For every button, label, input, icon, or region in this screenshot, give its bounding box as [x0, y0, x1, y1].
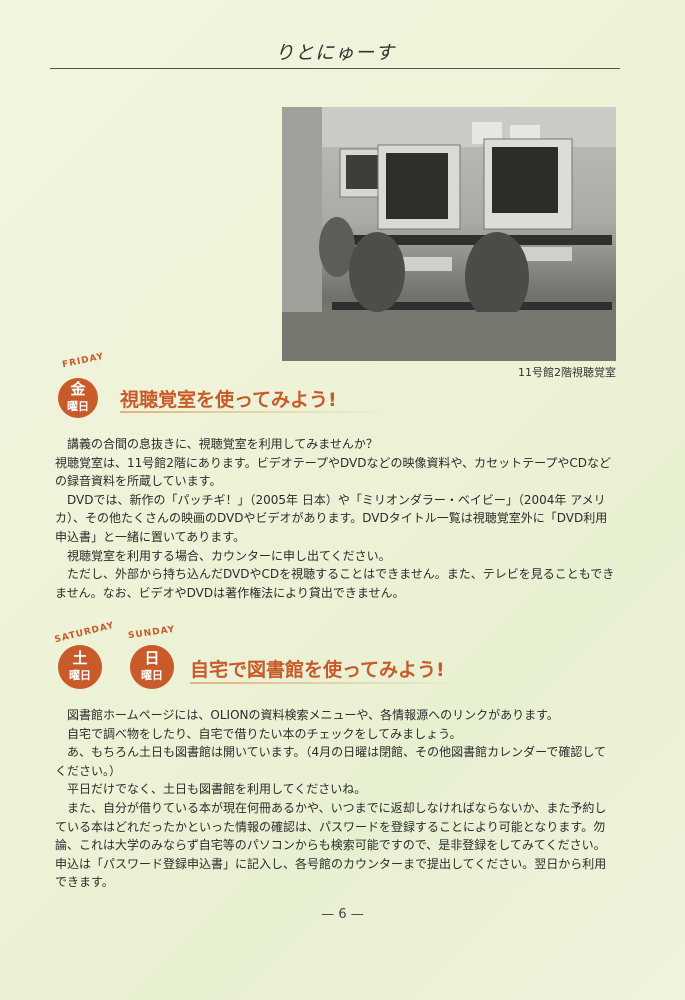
- saturday-badge: 土 曜日: [58, 645, 102, 689]
- paragraph: 講義の合間の息抜きに、視聴覚室を利用してみませんか？: [67, 437, 378, 451]
- section2-title: 自宅で図書館を使ってみよう!: [190, 659, 445, 681]
- av-room-photo: [282, 107, 616, 361]
- paragraph: 図書館ホームページには、OLIONの資料検索メニューや、各情報源へのリンクがあり…: [67, 708, 559, 722]
- page-number: — 6 —: [321, 907, 364, 922]
- sunday-label: SUNDAY: [127, 624, 176, 642]
- section1-body: 講義の合間の息抜きに、視聴覚室を利用してみませんか？ 視聴覚室は、11号館2階に…: [55, 435, 617, 602]
- section1-title: 視聴覚室を使ってみよう!: [120, 389, 337, 411]
- section2-title-rule: [190, 682, 470, 684]
- paragraph: 視聴覚室を利用する場合、カウンターに申し出てください。: [67, 548, 391, 563]
- paragraph: 自宅で調べ物をしたり、自宅で借りたい本のチェックをしてみましょう。: [67, 726, 462, 741]
- paragraph: 視聴覚室は、11号館2階にあります。ビデオテープやDVDなどの映像資料や、カセッ…: [55, 455, 612, 489]
- paragraph: また、自分が借りている本が現在何冊あるかや、いつまでに返却しなければならないか、…: [55, 800, 607, 890]
- page-header: りとにゅーす: [50, 38, 620, 69]
- sunday-badge: 日 曜日: [130, 645, 174, 689]
- paragraph: 平日だけでなく、土日も図書館を利用してくださいね。: [67, 782, 367, 797]
- saturday-label: SATURDAY: [53, 620, 116, 646]
- friday-badge: 金 曜日: [58, 378, 98, 418]
- photo-caption: 11号館2階視聴覚室: [518, 366, 616, 379]
- friday-label: FRIDAY: [61, 351, 106, 371]
- paragraph: DVDでは、新作の「パッチギ！」（2005年 日本）や「ミリオンダラー・ベイビー…: [55, 492, 608, 544]
- paragraph: あ、もちろん土日も図書館は開いています。（4月の日曜は閉館、その他図書館カレンダ…: [55, 745, 606, 778]
- av-room-illustration: [282, 107, 616, 361]
- paragraph: ただし、外部から持ち込んだDVDやCDを視聴することはできません。また、テレビを…: [55, 567, 615, 600]
- newsletter-title: りとにゅーす: [274, 42, 395, 64]
- section1-title-rule: [120, 411, 390, 413]
- section2-body: 図書館ホームページには、OLIONの資料検索メニューや、各情報源へのリンクがあり…: [55, 706, 617, 892]
